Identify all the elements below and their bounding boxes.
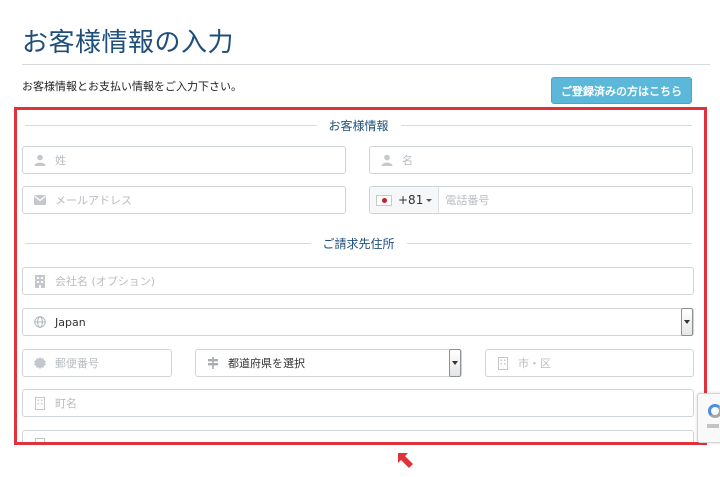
last-name-input[interactable]: 姓 (22, 146, 346, 174)
country-code-dropdown[interactable]: +81 (370, 187, 440, 213)
user-icon (33, 153, 47, 167)
building-icon (33, 396, 47, 410)
country-select[interactable]: Japan (22, 308, 694, 336)
company-input[interactable]: 会社名 (オプション) (22, 267, 694, 295)
email-placeholder: メールアドレス (55, 194, 132, 207)
city-input[interactable]: 市・区 (485, 349, 694, 377)
form-highlight-frame: お客様情報 姓 名 メールアドレス +81 電話番号 ご請求先住所 会社名 (オ… (14, 107, 707, 445)
registered-login-button[interactable]: ご登録済みの方はこちら (551, 77, 692, 104)
section-label: ご請求先住所 (322, 236, 395, 251)
signpost-icon (206, 356, 220, 370)
section-rule-left (25, 124, 317, 126)
country-dial-code: +81 (398, 193, 424, 207)
envelope-icon (33, 193, 47, 207)
town-input[interactable]: 町名 (22, 389, 694, 417)
prefecture-selected-value: 都道府県を選択 (228, 357, 305, 370)
user-icon (380, 153, 394, 167)
badge-icon (33, 356, 47, 370)
title-divider (22, 64, 710, 65)
section-rule-left (25, 242, 311, 244)
recaptcha-bar (707, 424, 719, 428)
first-name-input[interactable]: 名 (369, 146, 693, 174)
section-heading-customer-info: お客様情報 (25, 118, 693, 133)
phone-placeholder: 電話番号 (445, 194, 490, 207)
postal-code-placeholder: 郵便番号 (55, 357, 99, 370)
company-placeholder: 会社名 (オプション) (55, 275, 156, 288)
prefecture-select[interactable]: 都道府県を選択 (195, 349, 462, 377)
chevron-down-icon[interactable] (681, 308, 693, 336)
globe-icon (33, 315, 47, 329)
page-subtitle: お客様情報とお支払い情報をご入力下さい。 (22, 80, 242, 93)
section-rule-right (406, 242, 693, 244)
arrow-pointer-icon (398, 453, 413, 468)
address-line-input[interactable] (22, 430, 694, 442)
last-name-placeholder: 姓 (55, 154, 66, 167)
building-icon (33, 274, 47, 288)
phone-input[interactable]: +81 電話番号 (369, 186, 693, 214)
recaptcha-icon (708, 404, 720, 418)
building-icon (496, 356, 510, 370)
building-icon (33, 437, 47, 442)
section-heading-billing-address: ご請求先住所 (25, 236, 693, 251)
section-label: お客様情報 (328, 118, 389, 133)
page-title: お客様情報の入力 (22, 28, 235, 58)
email-input[interactable]: メールアドレス (22, 186, 346, 214)
first-name-placeholder: 名 (402, 154, 413, 167)
chevron-down-icon[interactable] (449, 349, 461, 377)
chevron-down-icon (426, 198, 433, 202)
town-placeholder: 町名 (55, 397, 77, 410)
country-selected-value: Japan (55, 315, 86, 329)
postal-code-input[interactable]: 郵便番号 (22, 349, 172, 377)
japan-flag-icon (376, 194, 392, 206)
section-rule-right (400, 124, 693, 126)
city-placeholder: 市・区 (518, 357, 551, 370)
recaptcha-badge[interactable] (697, 393, 720, 443)
